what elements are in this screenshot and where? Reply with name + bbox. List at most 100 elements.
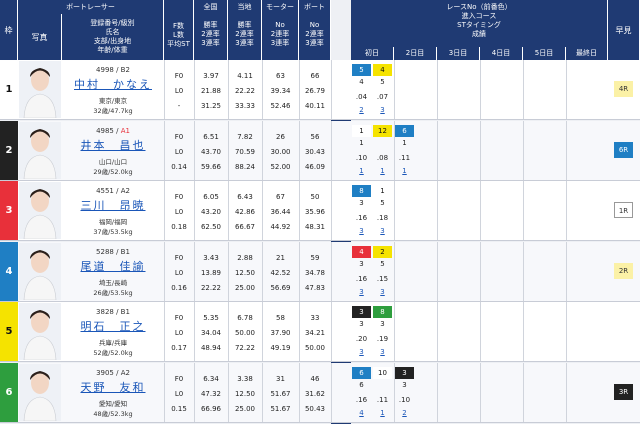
racer-name-link[interactable]: 天野 友和 (62, 379, 164, 395)
racer-name-link[interactable]: 尾道 佳諭 (62, 258, 164, 274)
day-tab-2[interactable]: 2日目 (394, 47, 437, 60)
early-race-badge[interactable]: 6R (614, 141, 633, 158)
racer-class: A2 (120, 369, 130, 377)
day-tab-1[interactable]: 初日 (351, 47, 394, 60)
race-result-link[interactable]: 1 (352, 167, 371, 175)
stat-value: 21 (276, 253, 285, 262)
stat-value: 35.96 (304, 208, 326, 217)
day-divider (523, 302, 524, 362)
stat-value: 59.66 (200, 162, 222, 171)
st-timing: .11 (398, 153, 411, 162)
waku-number: 3 (0, 181, 18, 241)
racer-age-weight: 48歳/52.3kg (93, 410, 133, 418)
race-result-link[interactable]: 3 (352, 348, 371, 356)
fl-st-header: F数 L数 平均ST (164, 0, 194, 60)
day-tab-4[interactable]: 4日目 (480, 47, 523, 60)
reg-number: 3905 / (96, 369, 121, 377)
stat-value: 70.59 (234, 147, 256, 156)
race-result-link[interactable]: 3 (373, 106, 392, 114)
racer-name-link[interactable]: 明石 正之 (62, 318, 164, 334)
racer-name-link[interactable]: 井本 昌也 (62, 137, 164, 153)
stat-value: 66.67 (234, 223, 256, 232)
racer-reg: 3828 / B1 (62, 308, 164, 316)
race-result-link[interactable]: 3 (373, 348, 392, 356)
rate-line: 2連率 (270, 30, 290, 38)
day-divider (566, 241, 567, 301)
stat-value: 31.25 (200, 102, 222, 110)
early-race-badge[interactable]: 3R (614, 384, 633, 400)
stat-value: 31 (276, 375, 285, 383)
racer-info: 4998 / B2 中村 かなえ 東京/東京 32歳/47.7kg (62, 60, 165, 119)
rate-line: 2連率 (305, 30, 324, 38)
day-divider (566, 363, 567, 422)
local-header: 当地 勝率 2連率 3連率 (228, 0, 262, 60)
fl-line: L数 (173, 31, 184, 39)
race-result-link[interactable]: 4 (352, 409, 371, 417)
day-divider (437, 120, 438, 180)
early-race-badge[interactable]: 2R (614, 262, 633, 279)
race-result-link[interactable]: 3 (352, 227, 371, 235)
stat-value: 66.96 (200, 405, 222, 413)
racer-info-line: 氏名 (105, 28, 120, 36)
stat-value: 50 (310, 193, 320, 202)
race-number: 6 (395, 124, 414, 137)
race-result-link[interactable]: 2 (395, 409, 414, 417)
racer-avatar-icon (19, 303, 61, 361)
race-number: 12 (373, 124, 392, 137)
stat-value: 30.43 (304, 147, 326, 156)
day-tab-3[interactable]: 3日目 (437, 47, 480, 60)
day-divider (437, 60, 438, 119)
racer-name-link[interactable]: 三川 昂暁 (62, 197, 164, 213)
entry-title: 進入コース (461, 12, 497, 20)
early-cell: 4R (608, 60, 640, 119)
day-divider (437, 302, 438, 362)
stat-value: 44.92 (270, 223, 291, 232)
early-cell (608, 302, 640, 361)
waku-number: 5 (0, 302, 18, 362)
racer-avatar-icon (19, 182, 61, 240)
racer-photo (19, 182, 61, 240)
day-tab-final[interactable]: 最終日 (566, 47, 608, 60)
stat-value: 34.21 (304, 329, 326, 338)
stat-value: 5.35 (203, 314, 219, 323)
stat-value: 0.18 (171, 223, 187, 232)
race-result-link[interactable]: 2 (352, 106, 371, 114)
race-result-link[interactable]: 3 (352, 288, 371, 296)
stat-col-fl: F0 L0 0.14 (164, 120, 195, 180)
racer-name-link[interactable]: 中村 かなえ (62, 76, 164, 92)
race-number: 4 (352, 245, 371, 258)
stat-value: 6.34 (203, 375, 219, 383)
stat-col-nat: 6.34 47.32 66.96 (194, 363, 229, 422)
st-timing: .10 (355, 153, 368, 162)
stat-col-mot: 58 37.90 49.19 (262, 302, 300, 362)
st-timing: .16 (355, 274, 368, 283)
early-race-badge[interactable]: 4R (614, 81, 633, 97)
entry-course: 4 (359, 78, 364, 86)
race-result-link[interactable]: 3 (373, 288, 392, 296)
stat-col-loc: 4.11 22.22 33.33 (228, 60, 263, 119)
race-result-link[interactable]: 1 (373, 167, 392, 175)
race-result-link[interactable]: 1 (395, 167, 414, 175)
racer-age-weight: 52歳/52.0kg (93, 349, 133, 358)
entry-course: 3 (359, 259, 364, 268)
stat-value: 63 (276, 72, 285, 80)
stat-value: L0 (174, 268, 184, 277)
day-tab-5[interactable]: 5日目 (523, 47, 566, 60)
race-number: 1 (373, 185, 392, 198)
stat-value: F0 (174, 253, 184, 262)
stat-value: 6.51 (203, 132, 219, 141)
entry-course: 1 (402, 138, 407, 147)
stat-value: F0 (174, 375, 184, 383)
day-divider (523, 241, 524, 301)
early-race-badge[interactable]: 1R (614, 202, 633, 219)
racer-info-line: 年齢/体重 (97, 46, 128, 54)
race-result-link[interactable]: 3 (373, 227, 392, 235)
racer-avatar-icon (19, 242, 61, 300)
waku-number: 1 (0, 60, 18, 119)
stat-value: 3.43 (203, 253, 219, 262)
st-timing: .19 (376, 335, 389, 344)
stat-value: L0 (174, 329, 184, 338)
stat-value: L0 (174, 147, 184, 156)
race-result-link[interactable]: 1 (373, 409, 392, 417)
stat-value: 46.09 (304, 162, 326, 171)
